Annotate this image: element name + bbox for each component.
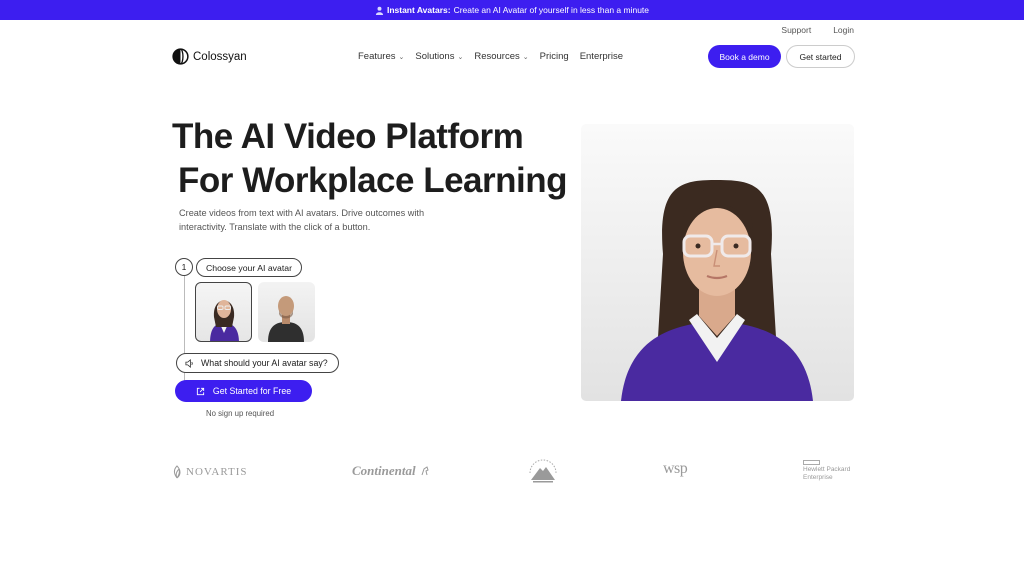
person-icon (375, 6, 384, 15)
hpe-logo: Hewlett Packard Enterprise (803, 460, 850, 481)
get-started-button[interactable]: Get started (786, 45, 855, 68)
announcement-bar[interactable]: Instant Avatars: Create an AI Avatar of … (0, 0, 1024, 20)
no-signup-note: No sign up required (206, 409, 275, 418)
ai-avatar-portrait (621, 180, 813, 401)
paramount-logo (528, 458, 558, 484)
hero-avatar-image (581, 124, 854, 401)
cta-label: Get Started for Free (212, 386, 292, 396)
nav-resources[interactable]: Resources ⌄ (474, 51, 528, 62)
book-demo-button[interactable]: Book a demo (708, 45, 781, 68)
step-label: Choose your AI avatar (196, 258, 302, 277)
novartis-logo: NOVARTIS (172, 465, 248, 479)
avatar-option-man[interactable] (258, 282, 315, 342)
support-link[interactable]: Support (781, 25, 811, 35)
novartis-flame-icon (173, 465, 181, 479)
nav-features-label: Features (358, 51, 396, 62)
external-link-icon (196, 387, 204, 395)
hpe-text-line1: Hewlett Packard (803, 466, 851, 473)
hero-title-line2: For Workplace Learning (178, 161, 568, 200)
colossyan-logo-icon (172, 48, 189, 65)
nav-pricing-label: Pricing (539, 51, 569, 62)
nav-resources-label: Resources (474, 51, 520, 62)
login-link[interactable]: Login (833, 25, 854, 35)
novartis-text: NOVARTIS (186, 466, 248, 478)
hpe-rectangle-icon (803, 460, 820, 465)
hero-subtitle: Create videos from text with AI avatars.… (179, 208, 425, 232)
hpe-text-line2: Enterprise (803, 474, 833, 481)
continental-logo: Continental (352, 463, 430, 479)
script-prompt-text: What should your AI avatar say? (201, 358, 328, 368)
avatar-option-woman[interactable] (195, 282, 252, 342)
wsp-logo: wsp (663, 460, 688, 477)
nav-pricing[interactable]: Pricing (540, 51, 569, 62)
hero-title-line1: The AI Video Platform (172, 117, 524, 156)
script-prompt-field[interactable]: What should your AI avatar say? (176, 353, 339, 373)
step-number-badge: 1 (175, 258, 193, 276)
continental-horse-icon (421, 466, 429, 476)
speaker-icon (185, 358, 193, 368)
nav-features[interactable]: Features ⌄ (358, 51, 404, 62)
nav-solutions-label: Solutions (415, 51, 455, 62)
chevron-down-icon: ⌄ (457, 53, 464, 61)
customer-logos: NOVARTIS Continental wsp Hewlett Packard… (0, 458, 1024, 488)
main-nav: Features ⌄ Solutions ⌄ Resources ⌄ Prici… (358, 51, 623, 62)
nav-enterprise-label: Enterprise (579, 51, 623, 62)
paramount-mountain-icon (529, 459, 557, 483)
avatar-woman-image (210, 300, 239, 341)
logo-text: Colossyan (193, 50, 247, 63)
utility-links: Support Login (781, 25, 854, 35)
colossyan-logo[interactable]: Colossyan (172, 48, 247, 65)
announcement-text: Create an AI Avatar of yourself in less … (453, 5, 650, 15)
chevron-down-icon: ⌄ (522, 53, 529, 61)
avatar-man-image (268, 296, 304, 342)
announcement-bold: Instant Avatars: (386, 5, 451, 15)
continental-text: Continental (352, 463, 416, 478)
nav-enterprise[interactable]: Enterprise (580, 51, 623, 62)
hero-title: The AI Video Platform For Workplace Lear… (172, 115, 568, 203)
chevron-down-icon: ⌄ (398, 53, 405, 61)
get-started-free-button[interactable]: Get Started for Free (175, 380, 312, 402)
nav-solutions[interactable]: Solutions ⌄ (415, 51, 463, 62)
